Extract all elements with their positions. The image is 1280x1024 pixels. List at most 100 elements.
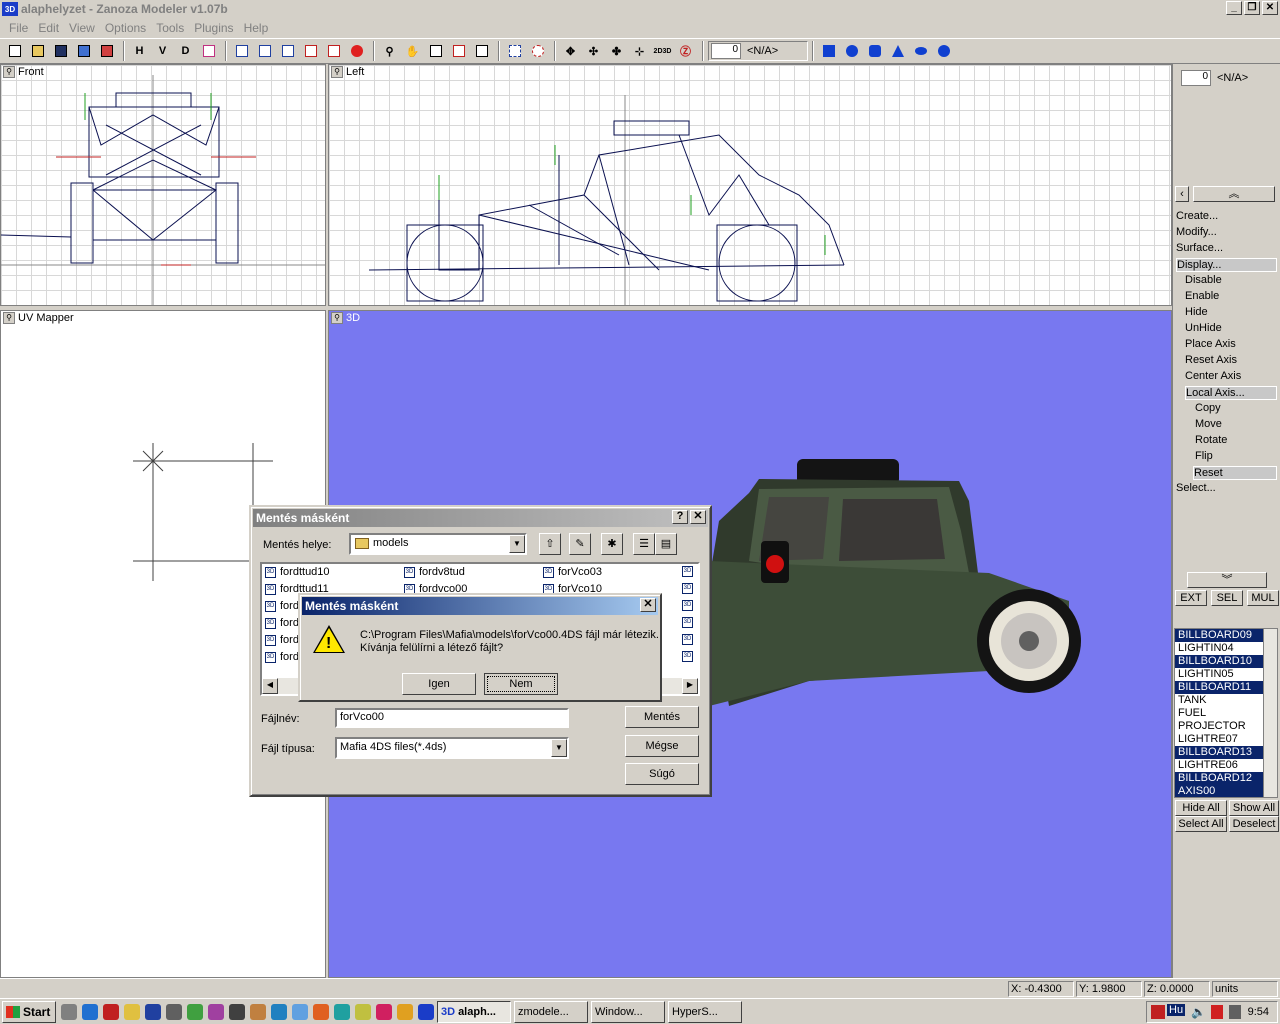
2d-3d-icon[interactable]: 2D3D (652, 41, 673, 62)
vertex-tool-icon[interactable] (198, 41, 219, 62)
scale-icon[interactable]: ✤ (606, 41, 627, 62)
scroll-up-button[interactable]: ︽ (1193, 186, 1275, 202)
import-icon[interactable] (73, 41, 94, 62)
collapse-left-button[interactable]: ‹ (1175, 186, 1189, 202)
front-viewport[interactable]: ⚲ Front (0, 64, 326, 306)
cone-blue-icon[interactable] (887, 41, 908, 62)
save-icon[interactable] (50, 41, 71, 62)
list-item[interactable]: 3D forVco03 (543, 566, 602, 578)
scroll-right-icon[interactable]: ▶ (682, 678, 698, 694)
mode-ext-button[interactable]: EXT (1175, 590, 1207, 606)
tool-icon[interactable] (166, 1003, 182, 1020)
panel-na-spinner[interactable]: 0 <N/A> (1179, 68, 1275, 88)
axis-icon[interactable]: ⊹ (629, 41, 650, 62)
app-icon[interactable] (208, 1003, 224, 1020)
open-folder-icon[interactable] (27, 41, 48, 62)
select-all-button[interactable]: Select All (1175, 816, 1227, 832)
app-icon[interactable] (313, 1003, 329, 1020)
notepad-icon[interactable] (124, 1003, 140, 1020)
list-view-icon[interactable]: ☰ (633, 533, 655, 555)
panel-menu-item[interactable]: Disable (1185, 274, 1222, 286)
panel-menu-item[interactable]: Move (1195, 418, 1222, 430)
app-icon[interactable] (292, 1003, 308, 1020)
cancel-button[interactable]: Mégse (625, 735, 699, 757)
cube-selected-icon[interactable] (323, 41, 344, 62)
edge-tool-icon[interactable] (231, 41, 252, 62)
details-view-icon[interactable]: ▤ (655, 533, 677, 555)
zoom-icon[interactable]: ⚲ (3, 66, 15, 78)
panel-menu-item[interactable]: Rotate (1195, 434, 1227, 446)
menu-help[interactable]: Help (244, 21, 269, 35)
list-item[interactable]: 3D ford (265, 600, 299, 612)
mode-mul-button[interactable]: MUL (1247, 590, 1279, 606)
list-item[interactable]: BILLBOARD10 (1175, 655, 1277, 668)
panel-menu-item[interactable]: UnHide (1185, 322, 1222, 334)
panel-menu-item[interactable]: Flip (1195, 450, 1213, 462)
list-item[interactable]: 3D fordttud10 (265, 566, 330, 578)
file-icon[interactable]: 3D (682, 651, 693, 662)
panel-menu-item[interactable]: Copy (1195, 402, 1221, 414)
chevron-down-icon[interactable]: ▼ (509, 535, 525, 553)
panel-menu-item[interactable]: Select... (1176, 482, 1216, 494)
pan-hand-icon[interactable]: ✋ (402, 41, 423, 62)
list-item[interactable]: PROJECTOR (1175, 720, 1277, 733)
vertical-scrollbar[interactable] (1263, 629, 1277, 797)
panel-menu-item[interactable]: Create... (1176, 210, 1218, 222)
app-icon[interactable] (229, 1003, 245, 1020)
filename-input[interactable]: forVco00 (335, 708, 569, 728)
menu-tools[interactable]: Tools (156, 21, 184, 35)
na-spinner[interactable]: 0 <N/A> (708, 41, 808, 61)
help-icon[interactable]: ? (672, 510, 688, 524)
select-circle-icon[interactable] (527, 41, 548, 62)
menu-view[interactable]: View (69, 21, 95, 35)
cube-red-icon[interactable] (300, 41, 321, 62)
sphere-red-icon[interactable] (346, 41, 367, 62)
view-d-button[interactable]: D (175, 41, 196, 62)
panel-menu-item[interactable]: Surface... (1176, 242, 1223, 254)
opera-icon[interactable] (103, 1003, 119, 1020)
app-icon[interactable] (250, 1003, 266, 1020)
panel-menu-item[interactable]: Place Axis (1185, 338, 1236, 350)
object-list[interactable]: BILLBOARD09 LIGHTIN04 BILLBOARD10 LIGHTIN05… (1174, 628, 1278, 798)
desktop-icon[interactable] (61, 1003, 77, 1020)
cube-solid-icon[interactable] (277, 41, 298, 62)
list-item[interactable]: BILLBOARD11 (1175, 681, 1277, 694)
mode-sel-button[interactable]: SEL (1211, 590, 1243, 606)
winamp-icon[interactable] (145, 1003, 161, 1020)
yes-button[interactable]: Igen (402, 673, 476, 695)
file-icon[interactable]: 3D (682, 634, 693, 645)
view-h-button[interactable]: H (129, 41, 150, 62)
list-item[interactable]: 3D ford (265, 634, 299, 646)
zoom-icon[interactable]: ⚲ (331, 66, 343, 78)
select-rect-icon[interactable] (504, 41, 525, 62)
gear-blue-icon[interactable] (933, 41, 954, 62)
task-window[interactable]: Window... (591, 1000, 665, 1023)
new-folder-icon[interactable]: ✱ (601, 533, 623, 555)
panel-menu-item[interactable]: Reset Axis (1185, 354, 1237, 366)
start-button[interactable]: Start (2, 1000, 56, 1023)
panel-menu-item[interactable]: Center Axis (1185, 370, 1241, 382)
sphere-blue-icon[interactable] (841, 41, 862, 62)
view-v-button[interactable]: V (152, 41, 173, 62)
left-viewport[interactable]: ⚲ Left (328, 64, 1172, 306)
list-item[interactable]: BILLBOARD13 (1175, 746, 1277, 759)
lock-icon[interactable] (1211, 1004, 1223, 1019)
list-item[interactable]: FUEL (1175, 707, 1277, 720)
list-item[interactable]: LIGHTRE06 (1175, 759, 1277, 772)
tray-icon[interactable] (1151, 1004, 1165, 1019)
close-icon[interactable]: ✕ (690, 510, 706, 524)
z-icon[interactable]: Ⓩ (675, 41, 696, 62)
panel-menu-item[interactable]: Reset (1193, 466, 1277, 480)
list-item[interactable]: AXIS00 (1175, 785, 1277, 797)
menu-plugins[interactable]: Plugins (194, 21, 233, 35)
list-item[interactable]: 3D ford (265, 617, 299, 629)
panel-menu-item[interactable]: Modify... (1176, 226, 1217, 238)
rotate-icon[interactable]: ✣ (583, 41, 604, 62)
panel-menu-item[interactable]: Display... (1176, 258, 1277, 272)
panel-menu-item[interactable]: Enable (1185, 290, 1219, 302)
task-hypersnap[interactable]: HyperS... (668, 1000, 742, 1023)
list-item[interactable]: 3D ford (265, 651, 299, 663)
up-folder-icon[interactable]: ⇧ (539, 533, 561, 555)
panel-menu-item[interactable]: Local Axis... (1185, 386, 1277, 400)
list-item[interactable]: 3D fordv8tud (404, 566, 465, 578)
